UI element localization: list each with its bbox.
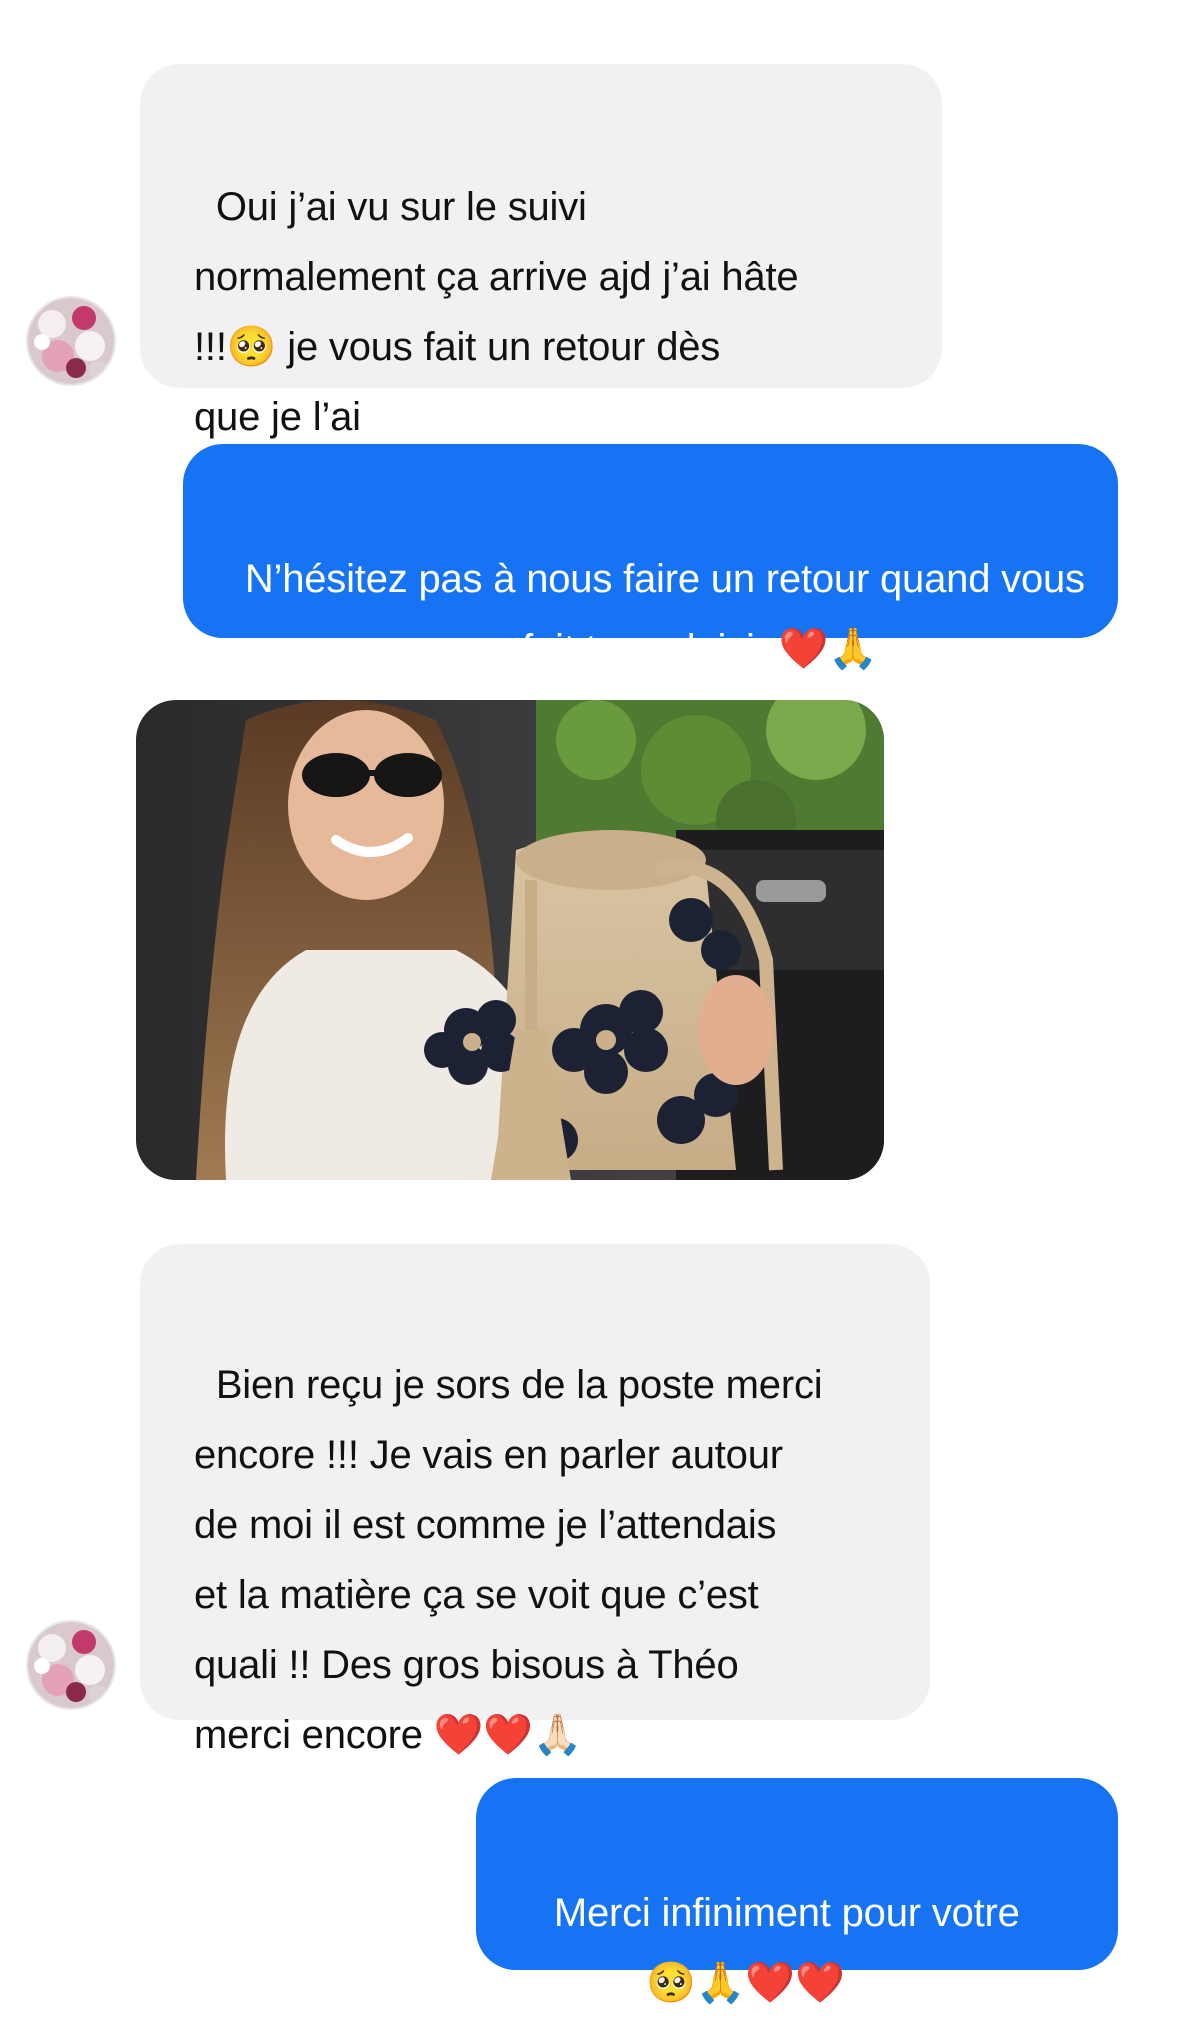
message-bubble-outgoing[interactable]: N’hésitez pas à nous faire un retour qua… bbox=[183, 444, 1118, 671]
message-text: Merci infiniment pour votre retour 🥺🙏❤️❤… bbox=[532, 1891, 1020, 2005]
message-text: Bien reçu je sors de la poste merci enco… bbox=[194, 1363, 823, 1757]
contact-avatar[interactable] bbox=[28, 298, 114, 384]
photo-image bbox=[136, 700, 884, 1180]
contact-avatar-icon bbox=[28, 1622, 114, 1708]
message-photo[interactable] bbox=[136, 700, 884, 1180]
message-bubble-incoming[interactable]: Oui j’ai vu sur le suivi normalement ça … bbox=[140, 64, 942, 439]
message-bubble-incoming[interactable]: Bien reçu je sors de la poste merci enco… bbox=[140, 1244, 930, 1757]
message-text: N’hésitez pas à nous faire un retour qua… bbox=[223, 557, 1085, 671]
contact-avatar[interactable] bbox=[28, 1622, 114, 1708]
message-text: Oui j’ai vu sur le suivi normalement ça … bbox=[194, 185, 799, 439]
message-bubble-outgoing[interactable]: Merci infiniment pour votre retour 🥺🙏❤️❤… bbox=[476, 1778, 1118, 2005]
contact-avatar-icon bbox=[28, 298, 114, 384]
